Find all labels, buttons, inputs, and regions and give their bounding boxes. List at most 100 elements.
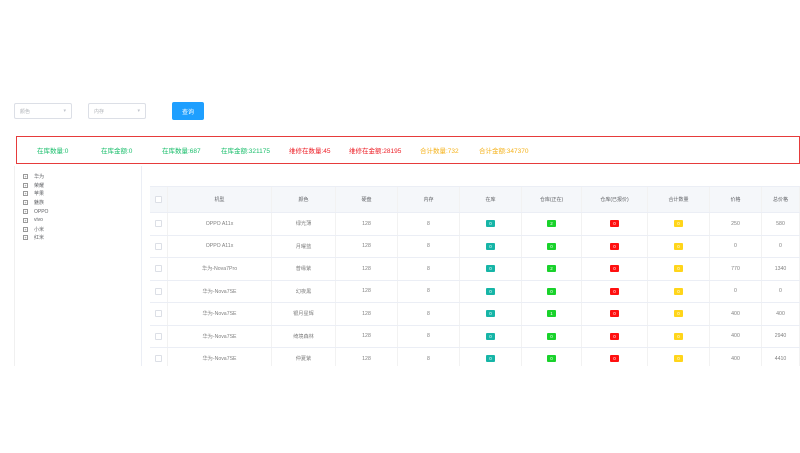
chevron-down-icon: ▾ (137, 108, 140, 114)
row-select-cell (150, 235, 168, 257)
table-body: OPPO A11x 绿光薄 128 8 0 2 0 0 250 580 OPPO A11x 月曜蓝 12… (150, 213, 800, 366)
tree-item-label: 华为 (34, 173, 45, 180)
column-header[interactable]: 价格 (710, 187, 762, 212)
tree-item[interactable]: + OPPO (15, 207, 141, 216)
column-header[interactable]: 硬盘 (336, 187, 398, 212)
select-all-checkbox[interactable] (155, 196, 162, 203)
instock-cell: 0 (460, 213, 522, 235)
instock-cell: 0 (460, 280, 522, 302)
instock-cell-badge: 0 (486, 287, 495, 295)
table-row[interactable]: OPPO A11x 月曜蓝 128 8 0 0 0 0 0 0 (150, 235, 800, 258)
filter-bar: 颜色 ▾ 内存 ▾ 查询 (14, 102, 204, 120)
row-checkbox[interactable] (155, 355, 162, 363)
row-checkbox[interactable] (155, 265, 162, 273)
warehouse-active-cell-badge: 0 (547, 287, 556, 295)
instock-cell: 0 (460, 348, 522, 366)
total-qty-cell: 0 (648, 280, 710, 302)
amount-cell: 400 (762, 303, 800, 325)
stat-item: 在库金额:321175 (221, 148, 271, 155)
total-qty-cell-badge: 0 (674, 242, 683, 250)
tree-item[interactable]: + 红米 (15, 234, 141, 243)
table-row[interactable]: 华为-Nova7Pro 普缘紫 128 8 0 2 0 0 770 1340 (150, 258, 800, 281)
column-header[interactable]: 合计数量 (648, 187, 710, 212)
expand-icon[interactable]: + (23, 191, 28, 197)
column-header[interactable]: 仓库(已报价) (582, 187, 648, 212)
expand-icon[interactable]: + (23, 182, 28, 188)
table-row[interactable]: OPPO A11x 绿光薄 128 8 0 2 0 0 250 580 (150, 213, 800, 236)
instock-cell-badge: 0 (486, 355, 495, 363)
stat-item: 维修在金额:28195 (349, 148, 402, 155)
table-row[interactable]: 华为-Nova7SE 幻夜黑 128 8 0 0 0 0 0 0 (150, 280, 800, 303)
table-row[interactable]: 华为-Nova7SE 仲夏紫 128 8 0 0 0 0 400 4410 (150, 348, 800, 366)
row-checkbox[interactable] (155, 220, 162, 228)
column-header[interactable]: 内存 (398, 187, 460, 212)
memory-select-value: 内存 (94, 108, 105, 115)
expand-icon[interactable]: + (23, 200, 28, 206)
query-button[interactable]: 查询 (172, 102, 204, 120)
stat-item: 在库数量:687 (162, 148, 201, 155)
tree-item-label: 魅族 (34, 200, 45, 207)
amount-cell: 0 (762, 235, 800, 257)
expand-icon[interactable]: + (23, 217, 28, 223)
tree-item[interactable]: + 荣耀 (15, 181, 141, 190)
instock-cell: 0 (460, 303, 522, 325)
warehouse-quoted-cell-badge: 0 (610, 355, 619, 363)
tree-item[interactable]: + vivo (15, 216, 141, 225)
tree-item-label: 苹果 (34, 191, 45, 198)
color-cell: 月曜蓝 (272, 235, 336, 257)
table-row[interactable]: 华为-Nova7SE 银月星辉 128 8 0 1 0 0 400 400 (150, 303, 800, 326)
total-qty-cell-badge: 0 (674, 310, 683, 318)
column-header[interactable]: 仓库(正在) (522, 187, 582, 212)
total-qty-cell-badge: 0 (674, 265, 683, 273)
memory-cell: 8 (398, 325, 460, 347)
price-cell: 400 (710, 348, 762, 366)
memory-cell: 8 (398, 348, 460, 366)
expand-icon[interactable]: + (23, 235, 28, 241)
inventory-table: 机型 颜色 硬盘 内存 在库 仓库(正在) 仓库(已报价) 合计数量 价格 总价… (150, 186, 800, 366)
warehouse-active-cell: 0 (522, 235, 582, 257)
tree-item[interactable]: + 华为 (15, 172, 141, 181)
disk-cell: 128 (336, 348, 398, 366)
warehouse-quoted-cell: 0 (582, 235, 648, 257)
price-cell: 400 (710, 303, 762, 325)
instock-cell-badge: 0 (486, 310, 495, 318)
expand-icon[interactable]: + (23, 226, 28, 232)
color-cell: 仲夏紫 (272, 348, 336, 366)
column-header[interactable]: 机型 (168, 187, 272, 212)
memory-select[interactable]: 内存 ▾ (88, 103, 146, 119)
expand-icon[interactable]: + (23, 173, 28, 179)
instock-cell: 0 (460, 235, 522, 257)
memory-cell: 8 (398, 235, 460, 257)
amount-cell: 2940 (762, 325, 800, 347)
disk-cell: 128 (336, 325, 398, 347)
total-qty-cell: 0 (648, 303, 710, 325)
tree-item[interactable]: + 小米 (15, 225, 141, 234)
total-qty-cell: 0 (648, 348, 710, 366)
warehouse-quoted-cell-badge: 0 (610, 265, 619, 273)
stat-item: 维修在数量:45 (289, 148, 331, 155)
row-checkbox[interactable] (155, 332, 162, 340)
color-select[interactable]: 颜色 ▾ (14, 103, 72, 119)
warehouse-active-cell: 2 (522, 213, 582, 235)
expand-icon[interactable]: + (23, 209, 28, 215)
tree-item[interactable]: + 魅族 (15, 198, 141, 207)
warehouse-quoted-cell-badge: 0 (610, 220, 619, 228)
column-header[interactable]: 颜色 (272, 187, 336, 212)
column-header[interactable]: 在库 (460, 187, 522, 212)
row-checkbox[interactable] (155, 287, 162, 295)
brand-tree: + 华为 + 荣耀 + 苹果 + 魅族 + OPPO + vivo + 小米 + 红米 (14, 166, 142, 366)
tree-item[interactable]: + 苹果 (15, 190, 141, 199)
warehouse-quoted-cell: 0 (582, 303, 648, 325)
model-cell: 华为-Nova7SE (168, 280, 272, 302)
row-select-cell (150, 348, 168, 366)
table-row[interactable]: 华为-Nova7SE 绮境森林 128 8 0 0 0 0 400 2940 (150, 325, 800, 348)
row-checkbox[interactable] (155, 310, 162, 318)
row-select-cell (150, 258, 168, 280)
row-checkbox[interactable] (155, 242, 162, 250)
total-qty-cell: 0 (648, 258, 710, 280)
disk-cell: 128 (336, 303, 398, 325)
warehouse-active-cell-badge: 2 (547, 220, 556, 228)
instock-cell-badge: 0 (486, 265, 495, 273)
color-cell: 幻夜黑 (272, 280, 336, 302)
column-header[interactable]: 总价格 (762, 187, 800, 212)
